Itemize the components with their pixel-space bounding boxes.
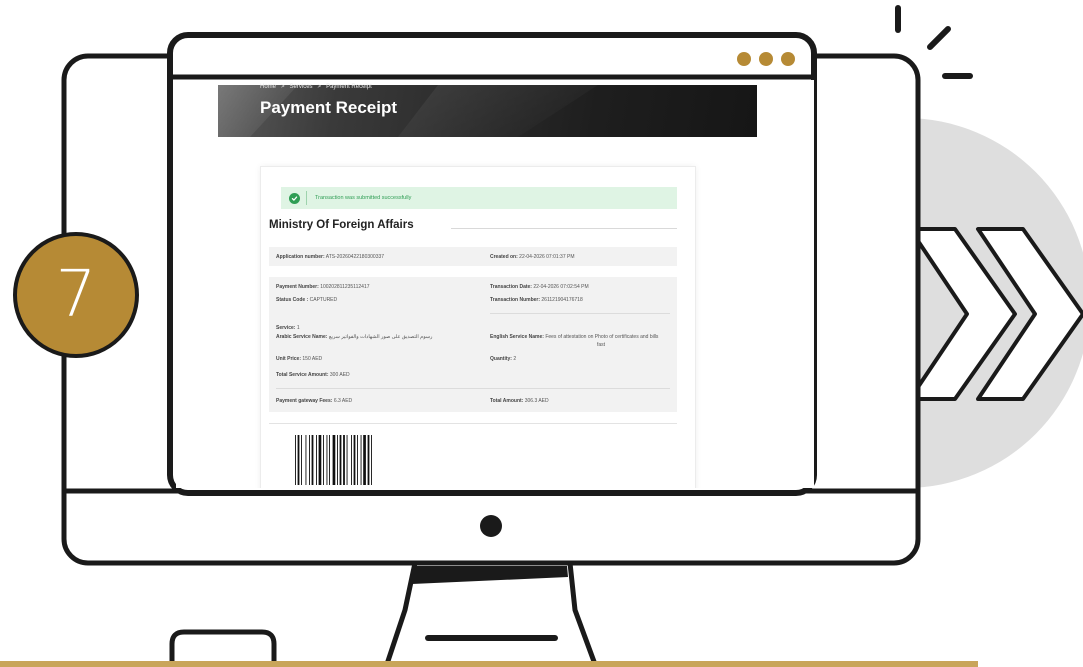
gateway-fees: Payment gateway Fees: 6.3 AED	[276, 398, 353, 404]
status-code: Status Code : CAPTURED	[276, 297, 338, 303]
step-number: 7	[55, 258, 97, 332]
power-button	[480, 515, 502, 537]
application-row: Application number: ATS-2026042218030033…	[269, 247, 677, 266]
bottom-band	[0, 661, 978, 667]
browser-viewport: Home > Services > Payment Receipt Payment Re…	[176, 80, 814, 488]
quantity: Quantity: 2	[490, 356, 517, 362]
payment-number: Payment Number: 100202811235112417	[276, 284, 370, 290]
service: Service: 1	[276, 325, 300, 331]
created-on: Created on: 22-04-2026 07:01:37 PM	[490, 254, 575, 260]
page-title: Payment Receipt	[260, 98, 397, 117]
check-circle-icon	[289, 192, 300, 204]
alert-message: Transaction was submitted successfully	[315, 195, 412, 201]
arabic-service-name: Arabic Service Name: رسوم التصديق على صو…	[276, 334, 433, 340]
total-service-amount: Total Service Amount: 300 AED	[276, 372, 350, 378]
receipt-card: Transaction was submitted successfully M…	[260, 166, 696, 488]
breadcrumb-services[interactable]: Services	[290, 84, 313, 90]
breadcrumb-current: Payment Receipt	[326, 84, 372, 90]
total-amount: Total Amount: 306.3 AED	[490, 398, 549, 404]
breadcrumb: Home > Services > Payment Receipt	[260, 84, 372, 90]
english-service-name-cont: fast	[597, 342, 606, 348]
transaction-number: Transaction Number: 261121904176718	[490, 297, 583, 303]
step-number-badge: 7	[13, 232, 139, 358]
english-service-name: English Service Name: Fees of attestatio…	[490, 334, 659, 340]
success-alert: Transaction was submitted successfully	[281, 187, 677, 209]
organization-title: Ministry Of Foreign Affairs	[269, 219, 414, 231]
payment-details: Payment Number: 100202811235112417 Trans…	[269, 277, 677, 412]
application-number: Application number: ATS-2026042218030033…	[276, 254, 385, 260]
unit-price: Unit Price: 150 AED	[276, 356, 323, 362]
barcode-icon	[295, 435, 372, 485]
breadcrumb-home[interactable]: Home	[260, 84, 276, 90]
transaction-date: Transaction Date: 22-04-2026 07:02:54 PM	[490, 284, 589, 290]
